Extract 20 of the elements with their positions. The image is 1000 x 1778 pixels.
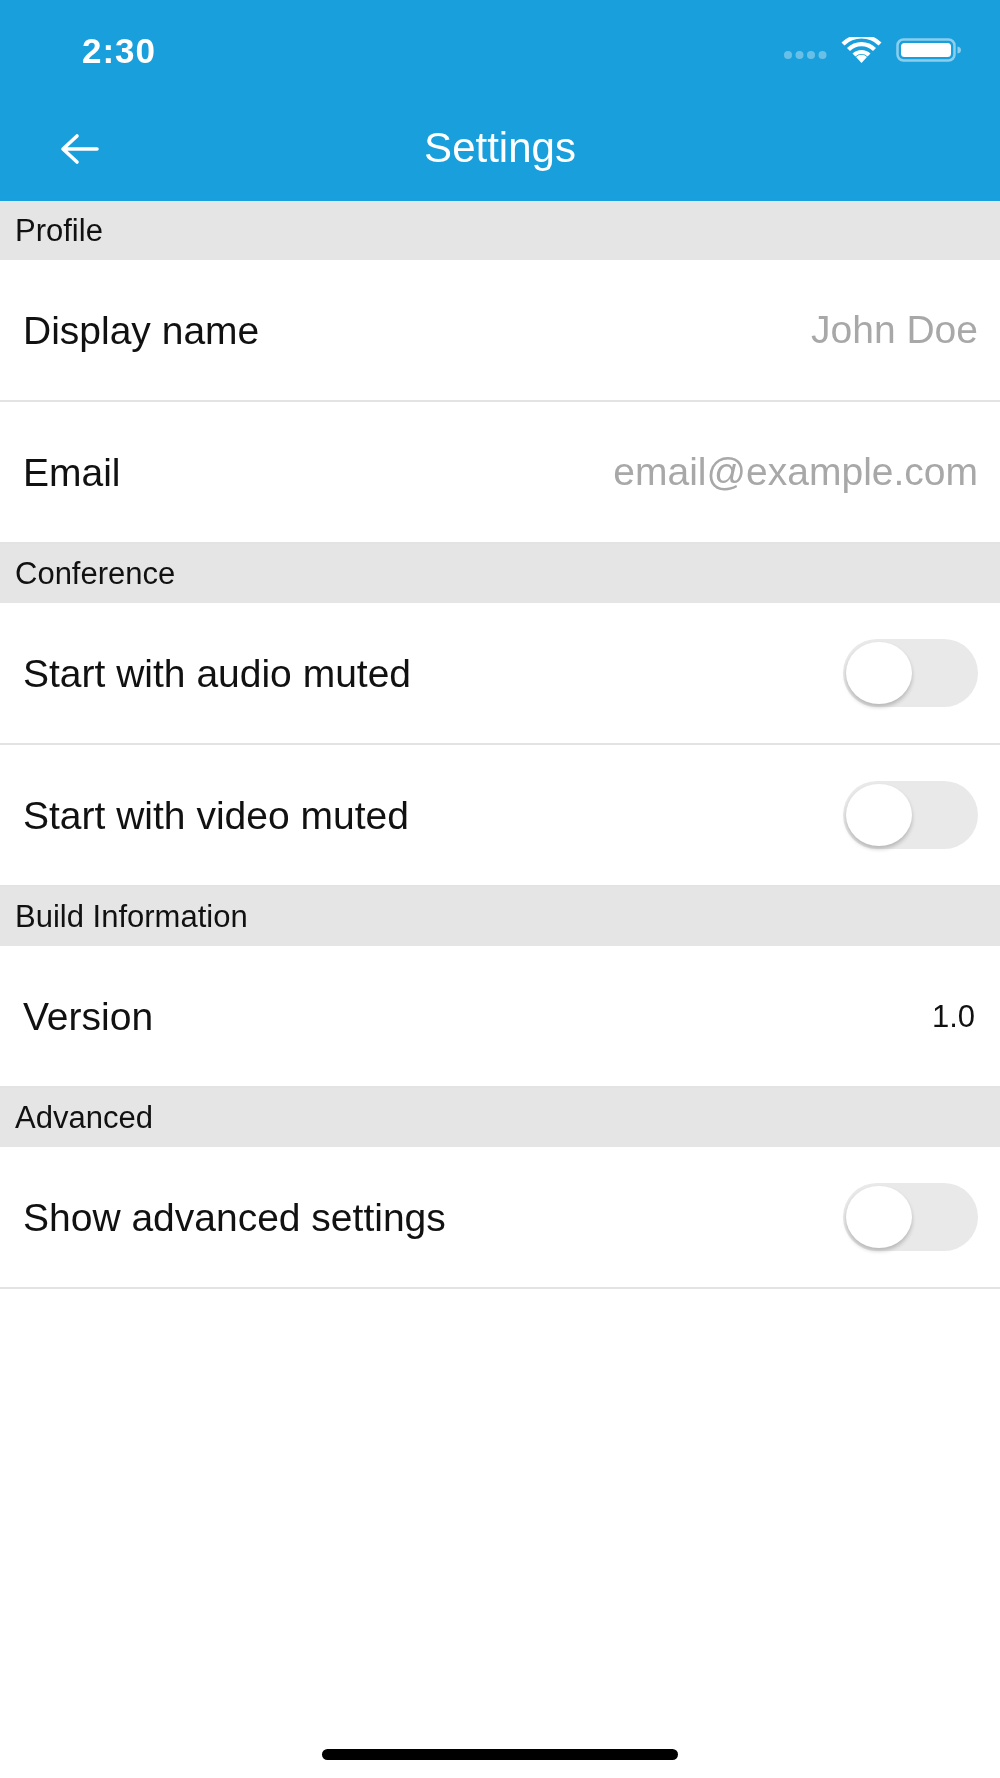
setting-label: Start with audio muted [23, 653, 412, 693]
section-title: Build Information [15, 901, 248, 932]
text-field[interactable]: email@example.com [609, 450, 978, 494]
clock-time: 2:30 [82, 32, 157, 68]
setting-value: 1.0 [931, 1000, 976, 1032]
setting-label: Version [23, 996, 154, 1036]
setting-label: Email [23, 452, 121, 492]
section-title: Advanced [15, 1102, 153, 1133]
screen-title: Settings [424, 127, 576, 169]
back-arrow-icon [59, 132, 99, 165]
section-title: Conference [15, 558, 176, 589]
signal-icon [784, 51, 827, 59]
text-field[interactable]: John Doe [807, 308, 978, 352]
back-button[interactable] [59, 132, 99, 165]
setting-label: Start with video muted [23, 795, 409, 835]
setting-label: Show advanced settings [23, 1197, 446, 1237]
setting-label: Display name [23, 310, 260, 350]
wifi-icon [841, 37, 882, 63]
section-title: Profile [15, 215, 103, 246]
battery-icon [896, 38, 962, 62]
